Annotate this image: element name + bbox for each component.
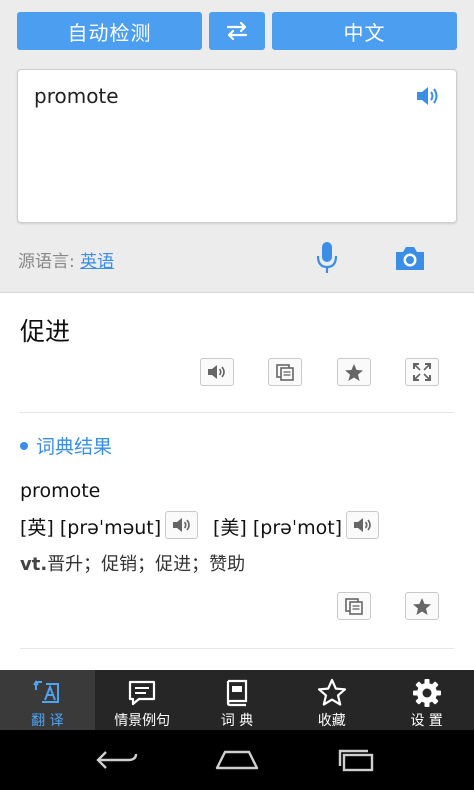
swap-languages-button[interactable] [209, 12, 265, 50]
favorite-dictionary-button[interactable] [405, 592, 439, 620]
definition-meanings: 晋升；促销；促进；赞助 [47, 554, 246, 575]
phonetic-us-region: [美] [213, 517, 247, 539]
phonetic-uk-region: [英] [20, 517, 54, 539]
phonetic-us: [美] [prəˈmot] [213, 513, 342, 540]
source-language-prefix: 源语言: [18, 252, 81, 272]
source-language-label: 自动检测 [67, 20, 152, 45]
star-icon [413, 597, 431, 615]
copy-icon [345, 598, 363, 615]
tab-translate-label: 翻 译 [31, 713, 64, 729]
input-text-area[interactable]: promote [17, 69, 457, 223]
fullscreen-icon [413, 363, 431, 381]
part-of-speech: vt. [20, 554, 48, 575]
back-icon[interactable] [92, 746, 142, 774]
copy-icon [276, 364, 294, 381]
tab-settings[interactable]: 设 置 [379, 670, 474, 730]
chat-bubble-icon [129, 680, 156, 706]
bullet-dot [20, 441, 28, 450]
star-icon [345, 363, 363, 381]
play-us-pronunciation-button[interactable] [346, 511, 379, 539]
recents-icon[interactable] [332, 746, 382, 774]
speaker-icon [172, 518, 190, 532]
tab-favorites[interactable]: 收藏 [284, 670, 379, 730]
fullscreen-button[interactable] [405, 358, 439, 386]
phonetic-uk: [英] [prəˈməut] [20, 513, 161, 540]
target-language-button[interactable]: 中文 [272, 12, 457, 50]
dictionary-heading-text: 词典结果 [36, 436, 113, 458]
translate-icon [33, 680, 60, 703]
tab-dictionary-label: 词 典 [220, 713, 254, 729]
translate-panel: 自动检测 中文 promote 源语言: 英语 [0, 0, 474, 293]
microphone-icon[interactable] [313, 240, 341, 276]
system-navigation-bar [0, 730, 474, 790]
tab-example-sentences-label: 情景例句 [114, 713, 171, 729]
translation-result: 促进 [20, 317, 71, 346]
bottom-tab-bar: 翻 译 情景例句 词 典 收藏 设 置 [0, 670, 474, 730]
speaker-icon[interactable] [414, 84, 442, 108]
tab-favorites-label: 收藏 [317, 713, 346, 729]
dictionary-definition: vt.晋升；促销；促进；赞助 [20, 550, 245, 576]
dictionary-icon [226, 679, 248, 707]
copy-dictionary-button[interactable] [337, 592, 371, 620]
input-text[interactable]: promote [34, 84, 119, 108]
source-language-row: 源语言: 英语 [18, 247, 114, 272]
phonetic-uk-ipa: [prəˈməut] [59, 517, 162, 539]
dictionary-heading: 词典结果 [20, 432, 112, 459]
divider [20, 648, 454, 649]
gear-icon [412, 679, 441, 707]
tab-dictionary[interactable]: 词 典 [190, 670, 285, 730]
play-translation-button[interactable] [200, 358, 234, 386]
tab-translate[interactable]: 翻 译 [0, 670, 95, 730]
favorite-translation-button[interactable] [337, 358, 371, 386]
swap-arrows-icon [226, 21, 248, 41]
dictionary-word: promote [20, 480, 101, 502]
star-outline-icon [317, 678, 346, 706]
source-language-button[interactable]: 自动检测 [17, 12, 202, 50]
play-uk-pronunciation-button[interactable] [165, 511, 198, 539]
home-icon[interactable] [212, 746, 262, 774]
phonetic-us-ipa: [prəˈmot] [252, 517, 343, 539]
divider [20, 412, 454, 413]
speaker-icon [353, 518, 371, 532]
target-language-label: 中文 [343, 20, 386, 45]
speaker-icon [208, 365, 225, 379]
source-language-link[interactable]: 英语 [80, 252, 114, 272]
camera-icon[interactable] [393, 243, 427, 273]
tab-example-sentences[interactable]: 情景例句 [95, 670, 190, 730]
tab-settings-label: 设 置 [410, 713, 443, 729]
copy-translation-button[interactable] [268, 358, 302, 386]
